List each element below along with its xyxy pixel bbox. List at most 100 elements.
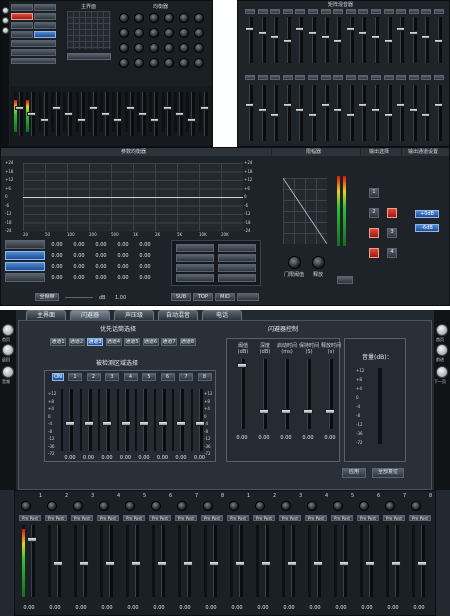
eq-knob[interactable] <box>179 43 189 53</box>
matrix-upper-button[interactable] <box>408 9 419 14</box>
mixer-fader-thumb[interactable] <box>287 561 297 566</box>
eq-knob[interactable] <box>134 43 144 53</box>
output-button-4[interactable]: 4 <box>387 248 397 258</box>
peq-bottom-slider-track[interactable] <box>65 297 93 298</box>
full-band-button[interactable]: 全频带 <box>35 293 59 301</box>
matrix-upper-button[interactable] <box>257 9 268 14</box>
eq-knob[interactable] <box>149 28 159 38</box>
tl-fader-track[interactable] <box>55 92 60 136</box>
matrix-upper-track[interactable] <box>400 17 405 63</box>
matrix-lower-thumb[interactable] <box>345 113 355 117</box>
eq-knob[interactable] <box>119 58 129 68</box>
right-home-icon[interactable] <box>436 324 448 336</box>
eq-knob[interactable] <box>149 43 159 53</box>
matrix-lower-button[interactable] <box>245 75 255 80</box>
eq-knob[interactable] <box>194 43 204 53</box>
next-page-icon[interactable] <box>436 366 448 378</box>
readout-row-right[interactable] <box>218 254 256 262</box>
matrix-upper-button[interactable] <box>270 9 281 14</box>
back-nav-icon[interactable] <box>2 17 9 24</box>
matrix-lower-track[interactable] <box>412 85 417 141</box>
ducker-control-thumb[interactable] <box>303 409 313 414</box>
matrix-lower-button[interactable] <box>421 75 432 80</box>
eq-knob[interactable] <box>149 13 159 23</box>
tl-fader-thumb[interactable] <box>125 106 135 110</box>
mixer-fader-thumb[interactable] <box>53 561 63 566</box>
output-gain-plus0[interactable]: +0dB <box>415 210 439 218</box>
matrix-upper-button[interactable] <box>421 9 432 14</box>
mixer-gain-knob[interactable] <box>385 501 395 511</box>
matrix-lower-button[interactable] <box>383 75 394 80</box>
matrix-lower-thumb[interactable] <box>421 113 431 117</box>
readout-row-left[interactable] <box>176 244 214 252</box>
matrix-upper-button[interactable] <box>358 9 369 14</box>
matrix-lower-track[interactable] <box>438 85 442 141</box>
matrix-upper-button[interactable] <box>245 9 255 14</box>
matrix-lower-track[interactable] <box>324 85 329 141</box>
priority-button-1[interactable]: 通道1 <box>50 338 66 346</box>
matrix-lower-button[interactable] <box>408 75 419 80</box>
matrix-lower-track[interactable] <box>249 85 253 141</box>
ducker-control-thumb[interactable] <box>259 409 269 414</box>
menu-button-6[interactable] <box>34 22 56 29</box>
matrix-upper-track[interactable] <box>312 17 316 63</box>
menu-button-10[interactable] <box>11 49 56 56</box>
ducker-control-track[interactable] <box>285 359 289 429</box>
menu-button-2[interactable] <box>34 4 56 11</box>
matrix-upper-button[interactable] <box>396 9 407 14</box>
mixer-gain-knob[interactable] <box>99 501 109 511</box>
matrix-upper-track[interactable] <box>261 17 266 63</box>
eq-knob[interactable] <box>119 13 129 23</box>
matrix-upper-button[interactable] <box>371 9 381 14</box>
tl-fader-track[interactable] <box>129 92 134 136</box>
tl-fader-thumb[interactable] <box>39 118 49 122</box>
release-knob[interactable] <box>312 256 325 269</box>
eq-knob[interactable] <box>164 28 174 38</box>
mixer-gain-knob[interactable] <box>411 501 421 511</box>
mixer-fader-thumb[interactable] <box>313 561 323 566</box>
matrix-upper-track[interactable] <box>274 17 279 63</box>
readout-row-left[interactable] <box>176 264 214 272</box>
mode-button-mid[interactable]: MID <box>215 293 235 301</box>
tab-4[interactable]: 电话 <box>202 310 242 320</box>
matrix-lower-thumb[interactable] <box>270 113 280 117</box>
limiter-apply-button[interactable] <box>337 276 353 284</box>
eq-knob[interactable] <box>179 58 189 68</box>
tl-fader-thumb[interactable] <box>174 112 184 116</box>
mixer-pre-post-button[interactable]: Pre Post <box>123 515 145 521</box>
tl-fader-thumb[interactable] <box>199 106 209 110</box>
matrix-upper-thumb[interactable] <box>421 35 431 39</box>
matrix-lower-thumb[interactable] <box>333 108 343 112</box>
mixer-gain-knob[interactable] <box>255 501 265 511</box>
menu-button-11[interactable] <box>11 58 56 64</box>
matrix-lower-thumb[interactable] <box>371 108 380 112</box>
matrix-lower-thumb[interactable] <box>257 108 267 112</box>
matrix-upper-thumb[interactable] <box>270 35 280 39</box>
mixer-pre-post-button[interactable]: Pre Post <box>97 515 119 521</box>
detect-fader-thumb[interactable] <box>194 421 205 426</box>
mixer-pre-post-button[interactable]: Pre Post <box>19 515 41 521</box>
tl-fader-track[interactable] <box>166 92 171 136</box>
detect-channel-button-4[interactable]: 4 <box>123 373 138 381</box>
detect-channel-button-1[interactable]: 1 <box>68 373 82 381</box>
eq-knob[interactable] <box>164 58 174 68</box>
eq-knob[interactable] <box>134 28 144 38</box>
mixer-fader-thumb[interactable] <box>131 561 141 566</box>
output-button-3[interactable]: 3 <box>387 228 397 238</box>
mixer-fader-track[interactable] <box>31 525 35 597</box>
ducker-control-thumb[interactable] <box>281 409 291 414</box>
mixer-pre-post-button[interactable]: Pre Post <box>45 515 67 521</box>
mixer-pre-post-button[interactable]: Pre Post <box>409 515 431 521</box>
detect-fader-thumb[interactable] <box>157 421 168 426</box>
matrix-lower-button[interactable] <box>308 75 318 80</box>
matrix-upper-track[interactable] <box>249 17 253 63</box>
tl-fader-thumb[interactable] <box>162 106 172 110</box>
menu-button-7[interactable] <box>11 31 33 38</box>
readout-row-left[interactable] <box>176 254 214 262</box>
tl-fader-thumb[interactable] <box>150 118 160 122</box>
mixer-gain-knob[interactable] <box>177 501 187 511</box>
apply-button[interactable]: 应用 <box>342 468 366 478</box>
matrix-lower-track[interactable] <box>400 85 405 141</box>
ducker-control-track[interactable] <box>307 359 311 429</box>
matrix-upper-thumb[interactable] <box>257 31 267 35</box>
